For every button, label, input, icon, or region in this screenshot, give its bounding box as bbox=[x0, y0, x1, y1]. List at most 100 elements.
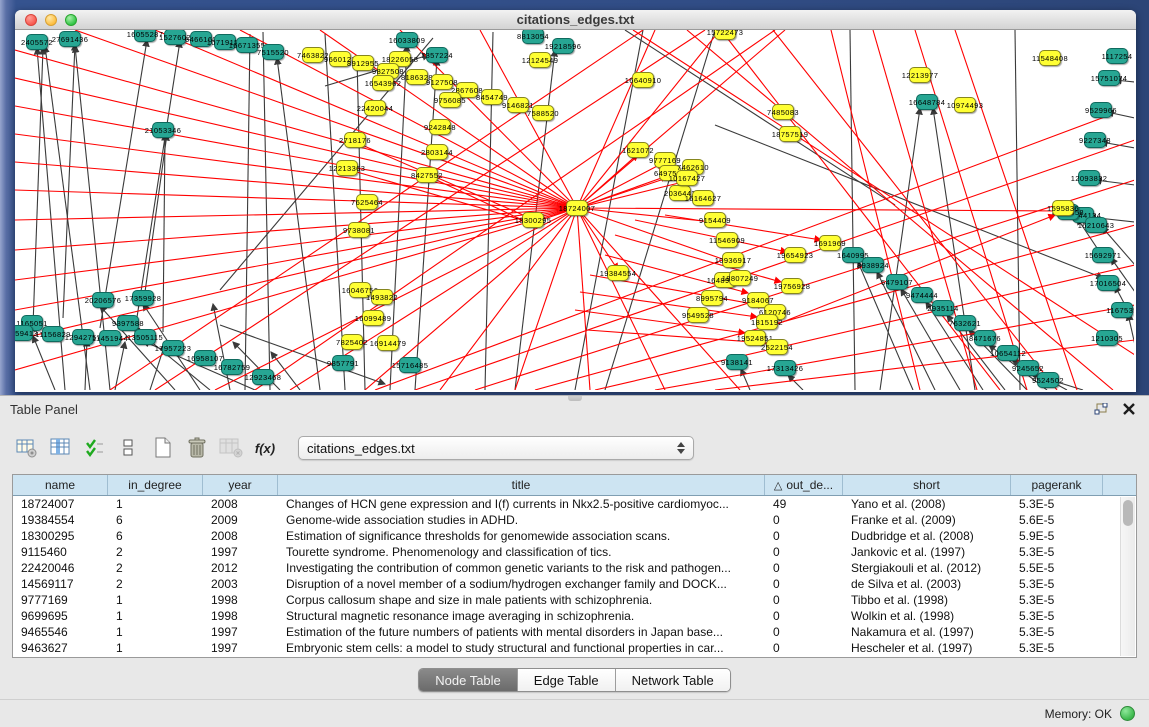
graph-node[interactable]: 10936917 bbox=[722, 252, 744, 268]
column-header-outde[interactable]: △out_de... bbox=[765, 475, 843, 495]
table-cell[interactable]: 1997 bbox=[203, 640, 278, 656]
graph-node[interactable]: 16210643 bbox=[1085, 217, 1107, 233]
graph-node[interactable]: 16543962 bbox=[372, 75, 394, 91]
graph-node[interactable]: 9127508 bbox=[431, 74, 453, 90]
graph-node[interactable]: 15692971 bbox=[1092, 247, 1114, 263]
table-cell[interactable]: 0 bbox=[765, 512, 843, 528]
graph-node[interactable]: 8454749 bbox=[481, 89, 503, 105]
float-panel-icon[interactable] bbox=[1091, 400, 1111, 418]
graph-node[interactable]: 12923468 bbox=[252, 369, 274, 385]
function-builder-button[interactable]: f(x) bbox=[250, 434, 280, 462]
graph-node[interactable]: 16782759 bbox=[221, 359, 243, 375]
graph-edge[interactable] bbox=[577, 208, 590, 390]
table-cell[interactable]: Tourette syndrome. Phenomenology and cla… bbox=[278, 544, 765, 560]
table-cell[interactable]: Corpus callosum shape and size in male p… bbox=[278, 592, 765, 608]
graph-node[interactable]: 19654923 bbox=[784, 247, 806, 263]
table-cell[interactable]: 1997 bbox=[203, 624, 278, 640]
table-cell[interactable]: de Silva et al. (2003) bbox=[843, 576, 1011, 592]
graph-node[interactable]: 7588520 bbox=[532, 105, 554, 121]
graph-edge[interactable] bbox=[245, 34, 250, 390]
table-cell[interactable]: Yano et al. (2008) bbox=[843, 496, 1011, 512]
table-cell[interactable]: Structural magnetic resonance image aver… bbox=[278, 608, 765, 624]
graph-node[interactable]: 8995794 bbox=[701, 290, 723, 306]
graph-edge[interactable] bbox=[775, 215, 1055, 325]
graph-node[interactable]: 17313426 bbox=[774, 360, 796, 376]
graph-node[interactable]: 1815192 bbox=[756, 314, 778, 330]
table-cell[interactable]: 1997 bbox=[203, 544, 278, 560]
graph-node[interactable]: 18757519 bbox=[779, 126, 801, 142]
graph-node[interactable]: 10974493 bbox=[954, 97, 976, 113]
graph-edge[interactable] bbox=[33, 48, 43, 326]
graph-node[interactable]: 8912955 bbox=[352, 55, 374, 71]
graph-node[interactable]: 16671355 bbox=[236, 37, 258, 53]
table-cell[interactable]: 5.3E-5 bbox=[1011, 544, 1103, 560]
graph-node[interactable]: 10167427 bbox=[676, 170, 698, 186]
table-cell[interactable]: 0 bbox=[765, 560, 843, 576]
column-header-indegree[interactable]: in_degree bbox=[108, 475, 203, 495]
table-cell[interactable]: Franke et al. (2009) bbox=[843, 512, 1011, 528]
table-cell[interactable]: Stergiakouli et al. (2012) bbox=[843, 560, 1011, 576]
graph-node[interactable]: 2803144 bbox=[426, 144, 448, 160]
table-cell[interactable]: Disruption of a novel member of a sodium… bbox=[278, 576, 765, 592]
table-cell[interactable]: 9465546 bbox=[13, 624, 108, 640]
table-cell[interactable]: 5.6E-5 bbox=[1011, 512, 1103, 528]
table-cell[interactable]: 2009 bbox=[203, 512, 278, 528]
graph-node[interactable]: 18724007 bbox=[566, 200, 588, 216]
graph-edge[interactable] bbox=[33, 336, 55, 390]
graph-node[interactable]: 9159413 bbox=[15, 325, 33, 341]
graph-node[interactable]: 1493822 bbox=[371, 289, 393, 305]
table-cell[interactable]: 18724007 bbox=[13, 496, 108, 512]
table-cell[interactable]: 1 bbox=[108, 496, 203, 512]
graph-node[interactable]: 22420044 bbox=[364, 100, 386, 116]
table-cell[interactable]: Tibbo et al. (1998) bbox=[843, 592, 1011, 608]
table-vertical-scrollbar[interactable] bbox=[1120, 497, 1135, 656]
graph-node[interactable]: 7825402 bbox=[341, 334, 363, 350]
graph-edge[interactable] bbox=[577, 208, 618, 270]
table-cell[interactable]: 2008 bbox=[203, 528, 278, 544]
graph-node[interactable]: 20206576 bbox=[92, 292, 114, 308]
table-cell[interactable]: 2003 bbox=[203, 576, 278, 592]
table-cell[interactable]: 9463627 bbox=[13, 640, 108, 656]
tab-node-table[interactable]: Node Table bbox=[419, 669, 518, 691]
table-cell[interactable]: Wolkin et al. (1998) bbox=[843, 608, 1011, 624]
graph-node[interactable]: 8471676 bbox=[974, 330, 996, 346]
graph-node[interactable]: 1691969 bbox=[819, 235, 841, 251]
column-header-year[interactable]: year bbox=[203, 475, 278, 495]
table-cell[interactable]: Embryonic stem cells: a model to study s… bbox=[278, 640, 765, 656]
graph-node[interactable]: 11451944 bbox=[99, 330, 121, 346]
table-cell[interactable]: 5.9E-5 bbox=[1011, 528, 1103, 544]
table-cell[interactable]: 1998 bbox=[203, 592, 278, 608]
table-cell[interactable]: 2 bbox=[108, 544, 203, 560]
table-cell[interactable]: Investigating the contribution of common… bbox=[278, 560, 765, 576]
graph-node[interactable]: 9524502 bbox=[1037, 372, 1059, 388]
graph-node[interactable]: 1621072 bbox=[627, 142, 649, 158]
table-cell[interactable]: Jankovic et al. (1997) bbox=[843, 544, 1011, 560]
table-cell[interactable]: Genome-wide association studies in ADHD. bbox=[278, 512, 765, 528]
graph-node[interactable]: 9245652 bbox=[1017, 360, 1039, 376]
table-cell[interactable]: Estimation of significance thresholds fo… bbox=[278, 528, 765, 544]
column-header-title[interactable]: title bbox=[278, 475, 765, 495]
table-cell[interactable]: 1 bbox=[108, 592, 203, 608]
graph-node[interactable]: 8186328 bbox=[406, 69, 428, 85]
table-row[interactable]: 1456911722003Disruption of a novel membe… bbox=[13, 576, 1136, 592]
table-settings-button[interactable] bbox=[12, 434, 42, 462]
graph-node[interactable]: 7632621 bbox=[954, 315, 976, 331]
graph-node[interactable]: 2522154 bbox=[766, 339, 788, 355]
table-cell[interactable]: 0 bbox=[765, 640, 843, 656]
table-cell[interactable]: 14569117 bbox=[13, 576, 108, 592]
table-cell[interactable]: 2 bbox=[108, 576, 203, 592]
graph-node[interactable]: 13505115 bbox=[134, 329, 156, 345]
column-header-short[interactable]: short bbox=[843, 475, 1011, 495]
table-cell[interactable]: 5.3E-5 bbox=[1011, 592, 1103, 608]
table-header-row[interactable]: namein_degreeyeartitle△out_de...shortpag… bbox=[13, 475, 1136, 496]
graph-node[interactable]: 16164627 bbox=[692, 190, 714, 206]
table-row[interactable]: 1830029562008Estimation of significance … bbox=[13, 528, 1136, 544]
table-cell[interactable]: 0 bbox=[765, 528, 843, 544]
graph-node[interactable]: 7485083 bbox=[772, 104, 794, 120]
table-cell[interactable]: 0 bbox=[765, 592, 843, 608]
graph-node[interactable]: 12213363 bbox=[336, 160, 358, 176]
graph-node[interactable]: 16055287 bbox=[134, 30, 156, 42]
table-cell[interactable]: 19384554 bbox=[13, 512, 108, 528]
table-row[interactable]: 946362711997Embryonic stem cells: a mode… bbox=[13, 640, 1136, 656]
graph-node[interactable]: 6479107 bbox=[886, 274, 908, 290]
